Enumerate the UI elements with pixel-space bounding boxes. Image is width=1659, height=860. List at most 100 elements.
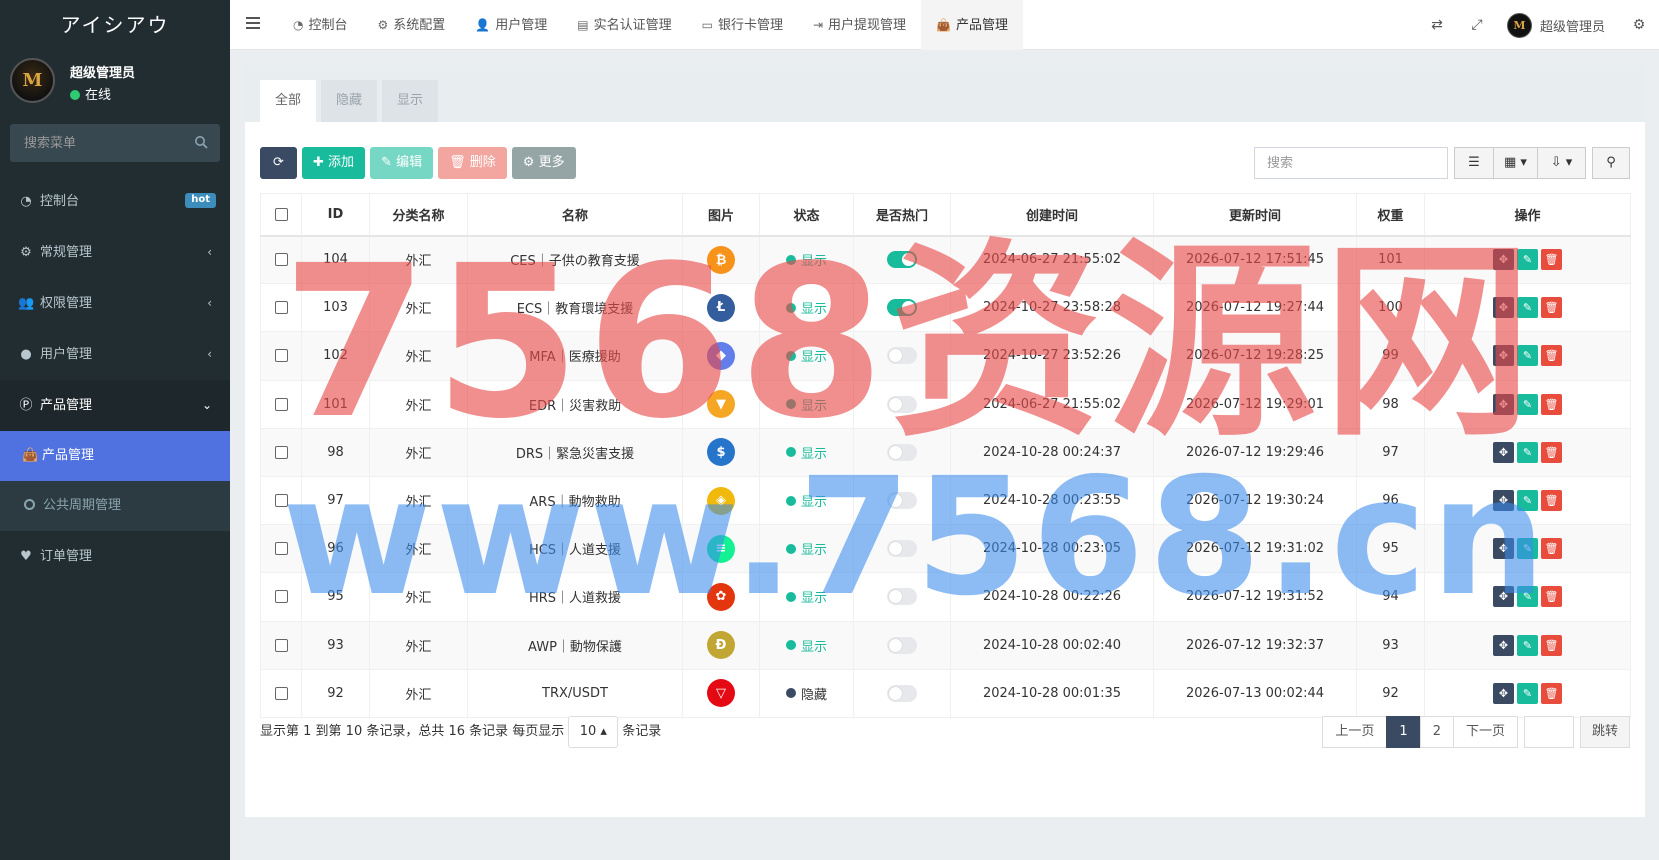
sidebar-item-dashboard[interactable]: ◔ 控制台 hot [0, 176, 230, 227]
drag-move-icon[interactable]: ✥ [1493, 586, 1514, 608]
dogecoin-icon[interactable]: Ð [707, 631, 735, 660]
tab-product-manage[interactable]: 👜 产品管理 [921, 0, 1024, 50]
col-category[interactable]: 分类名称 [369, 193, 468, 237]
edit-row-button[interactable]: ✎ [1517, 345, 1538, 367]
more-button[interactable]: ⚙ 更多 [511, 147, 576, 179]
status-badge[interactable]: 显示 [785, 539, 827, 558]
table-row[interactable]: 101 外汇 EDR｜災害救助 ▼ 显示 2024-06-27 21:55:02 2026-… [260, 379, 1631, 429]
drag-move-icon[interactable]: ✥ [1493, 393, 1514, 415]
table-row[interactable]: 96 外汇 HCS｜人道支援 ≡ 显示 2024-10-28 00:23:05 2026-0… [260, 524, 1631, 574]
drag-move-icon[interactable]: ✥ [1493, 297, 1514, 319]
advanced-search-button[interactable]: ⚲ [1592, 147, 1630, 179]
search-icon[interactable] [194, 135, 208, 149]
col-updated[interactable]: 更新时间 [1153, 193, 1357, 237]
hot-toggle[interactable] [887, 588, 917, 606]
table-row[interactable]: 95 外汇 HRS｜人道救援 ✿ 显示 2024-10-28 00:22:26 2026-0… [260, 572, 1631, 622]
status-badge[interactable]: 显示 [785, 298, 827, 317]
status-badge[interactable]: 隐藏 [785, 684, 827, 703]
toggle-view-button[interactable]: ☰ [1454, 147, 1494, 179]
row-checkbox[interactable] [274, 686, 288, 700]
hot-toggle[interactable] [887, 684, 917, 702]
sidebar-item-permissions[interactable]: 👥 权限管理 ‹ [0, 278, 230, 329]
hot-toggle[interactable] [887, 492, 917, 510]
row-checkbox[interactable] [274, 397, 288, 411]
sidebar-item-orders[interactable]: ♥ 订单管理 [0, 531, 230, 582]
row-checkbox[interactable] [274, 445, 288, 459]
table-row[interactable]: 104 外汇 CES｜子供の教育支援 ₿ 显示 2024-06-27 21:55:02 20… [260, 234, 1631, 285]
table-row[interactable]: 102 外汇 MFA｜医療援助 ◆ 显示 2024-10-27 23:52:26 2026-… [260, 331, 1631, 381]
row-checkbox[interactable] [274, 590, 288, 604]
solana-icon[interactable]: ≡ [707, 534, 735, 563]
menu-toggle-icon[interactable] [246, 17, 260, 31]
delete-button[interactable]: 🗑 删除 [438, 147, 507, 179]
table-row[interactable]: 103 外汇 ECS｜教育環境支援 Ł 显示 2024-10-27 23:58:28 202… [260, 283, 1631, 333]
shiba-icon[interactable]: ✿ [707, 582, 735, 611]
prev-page-button[interactable]: 上一页 [1322, 716, 1388, 748]
hot-toggle[interactable] [887, 251, 917, 269]
status-badge[interactable]: 显示 [785, 395, 827, 414]
tab-hidden[interactable]: 隐藏 [321, 80, 378, 122]
sidebar-subitem-product-manage[interactable]: 👜 产品管理 [0, 431, 230, 481]
delete-row-button[interactable]: 🗑 [1541, 682, 1562, 704]
language-icon[interactable]: ⇄ [1417, 17, 1457, 33]
sidebar-search-input[interactable] [10, 124, 220, 162]
columns-button[interactable]: ▦ ▾ [1494, 147, 1538, 179]
fullscreen-icon[interactable]: ⤢ [1457, 17, 1497, 33]
hot-toggle[interactable] [887, 443, 917, 461]
sidebar-item-products[interactable]: Ⓟ 产品管理 ⌄ [0, 380, 230, 431]
binance-icon[interactable]: ◈ [707, 486, 735, 515]
edit-row-button[interactable]: ✎ [1517, 393, 1538, 415]
tab-user-manage[interactable]: 👤 用户管理 [460, 0, 562, 50]
table-row[interactable]: 98 外汇 DRS｜緊急災害支援 $ 显示 2024-10-28 00:24:37 2026… [260, 427, 1631, 477]
bitcoin-icon[interactable]: ₿ [707, 245, 735, 274]
hot-toggle[interactable] [887, 395, 917, 413]
edit-row-button[interactable]: ✎ [1517, 538, 1538, 560]
tab-system-config[interactable]: ⚙ 系统配置 [363, 0, 461, 50]
hot-toggle[interactable] [887, 636, 917, 654]
drag-move-icon[interactable]: ✥ [1493, 441, 1514, 463]
delete-row-button[interactable]: 🗑 [1541, 249, 1562, 271]
status-badge[interactable]: 显示 [785, 346, 827, 365]
litecoin-icon[interactable]: Ł [707, 293, 735, 322]
next-page-button[interactable]: 下一页 [1452, 716, 1518, 748]
edit-row-button[interactable]: ✎ [1517, 682, 1538, 704]
table-search-input[interactable] [1254, 147, 1448, 179]
tab-dashboard[interactable]: ◔ 控制台 [278, 0, 363, 50]
ethereum-icon[interactable]: ◆ [707, 341, 735, 370]
admin-menu[interactable]: M 超级管理员 [1506, 12, 1619, 38]
hot-toggle[interactable] [887, 347, 917, 365]
table-row[interactable]: 93 外汇 AWP｜動物保護 Ð 显示 2024-10-28 00:02:40 2026-0… [260, 620, 1631, 670]
tab-withdraw[interactable]: ⇥ 用户提现管理 [798, 0, 921, 50]
drag-move-icon[interactable]: ✥ [1493, 490, 1514, 512]
sidebar-item-users[interactable]: ● 用户管理 ‹ [0, 329, 230, 380]
drag-move-icon[interactable]: ✥ [1493, 634, 1514, 656]
status-badge[interactable]: 显示 [785, 587, 827, 606]
status-badge[interactable]: 显示 [785, 443, 827, 462]
delete-row-button[interactable]: 🗑 [1541, 297, 1562, 319]
delete-row-button[interactable]: 🗑 [1541, 490, 1562, 512]
edit-button[interactable]: ✎ 编辑 [370, 147, 434, 179]
delete-row-button[interactable]: 🗑 [1541, 345, 1562, 367]
row-checkbox[interactable] [274, 494, 288, 508]
usdc-icon[interactable]: $ [707, 438, 735, 467]
col-hot[interactable]: 是否热门 [853, 193, 951, 237]
page-1-button[interactable]: 1 [1386, 716, 1421, 748]
hot-toggle[interactable] [887, 540, 917, 558]
settings-icon[interactable]: ⚙ [1619, 17, 1659, 33]
tab-realname-auth[interactable]: ▤ 实名认证管理 [562, 0, 686, 50]
tab-all[interactable]: 全部 [260, 80, 317, 122]
select-all-checkbox[interactable] [274, 207, 288, 221]
delete-row-button[interactable]: 🗑 [1541, 441, 1562, 463]
col-image[interactable]: 图片 [682, 193, 760, 237]
page-2-button[interactable]: 2 [1419, 716, 1454, 748]
delete-row-button[interactable]: 🗑 [1541, 634, 1562, 656]
drag-move-icon[interactable]: ✥ [1493, 345, 1514, 367]
col-id[interactable]: ID [301, 193, 370, 237]
row-checkbox[interactable] [274, 349, 288, 363]
status-badge[interactable]: 显示 [785, 250, 827, 269]
hot-toggle[interactable] [887, 299, 917, 317]
table-row[interactable]: 97 外汇 ARS｜動物救助 ◈ 显示 2024-10-28 00:23:55 2026-0… [260, 475, 1631, 526]
tab-bank-card[interactable]: ▭ 银行卡管理 [687, 0, 798, 50]
refresh-button[interactable]: ⟳ [260, 147, 297, 179]
drag-move-icon[interactable]: ✥ [1493, 538, 1514, 560]
